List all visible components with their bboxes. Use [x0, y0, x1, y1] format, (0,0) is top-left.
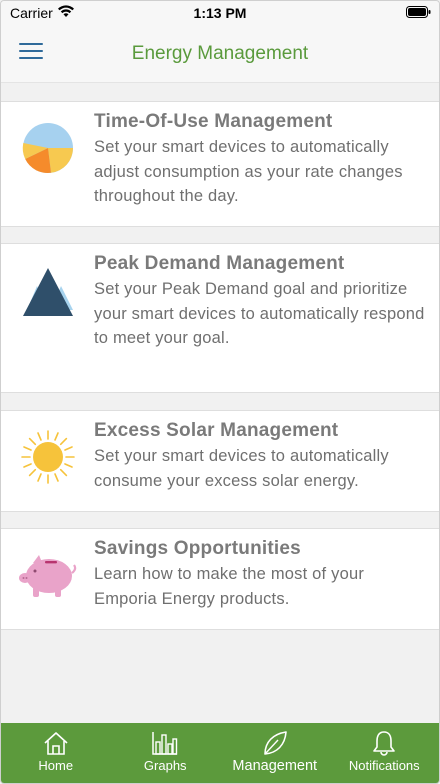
- card-title: Time-Of-Use Management: [94, 111, 333, 132]
- tab-label: Graphs: [143, 758, 187, 773]
- navigation-header: Energy Management: [1, 27, 439, 83]
- home-icon: [44, 732, 68, 755]
- tab-graphs[interactable]: Graphs: [111, 723, 221, 783]
- tab-management[interactable]: Management: [220, 723, 330, 783]
- app-frame: Carrier 1:13 PM Energy Management Time-O…: [0, 0, 440, 784]
- tab-notifications[interactable]: Notifications: [330, 723, 440, 783]
- card-excess-solar-management[interactable]: Excess Solar Management Set your smart d…: [1, 410, 439, 512]
- status-bar: Carrier 1:13 PM: [1, 1, 439, 27]
- card-description: Learn how to make the most of your Empor…: [94, 565, 365, 608]
- tab-home[interactable]: Home: [1, 723, 111, 783]
- card-description: Set your smart devices to automatically …: [94, 138, 403, 205]
- sun-icon: [21, 430, 75, 484]
- card-peak-demand-management[interactable]: Peak Demand Management Set your Peak Dem…: [1, 243, 439, 393]
- mountain-peak-icon: [23, 268, 73, 316]
- bottom-tab-bar: Home Graphs Management Notifications: [1, 723, 440, 783]
- tab-label: Notifications: [348, 758, 420, 773]
- battery-icon: [406, 6, 431, 18]
- card-title: Savings Opportunities: [94, 538, 301, 559]
- page-title: Energy Management: [131, 43, 309, 64]
- card-description: Set your Peak Demand goal and prioritize…: [94, 280, 425, 347]
- pie-chart-icon: [22, 123, 73, 174]
- bell-icon: [373, 731, 396, 756]
- tab-label: Home: [38, 758, 74, 773]
- tab-label: Management: [232, 758, 318, 774]
- leaf-icon: [263, 731, 287, 755]
- card-savings-opportunities[interactable]: Savings Opportunities Learn how to make …: [1, 528, 439, 630]
- card-title: Excess Solar Management: [94, 420, 339, 441]
- card-title: Peak Demand Management: [94, 253, 345, 274]
- bar-graph-icon: [152, 732, 178, 755]
- card-description: Set your smart devices to automatically …: [94, 447, 389, 490]
- piggy-bank-icon: [19, 555, 77, 597]
- clock-time: 1:13 PM: [193, 5, 247, 21]
- card-time-of-use-management[interactable]: Time-Of-Use Management Set your smart de…: [1, 101, 439, 227]
